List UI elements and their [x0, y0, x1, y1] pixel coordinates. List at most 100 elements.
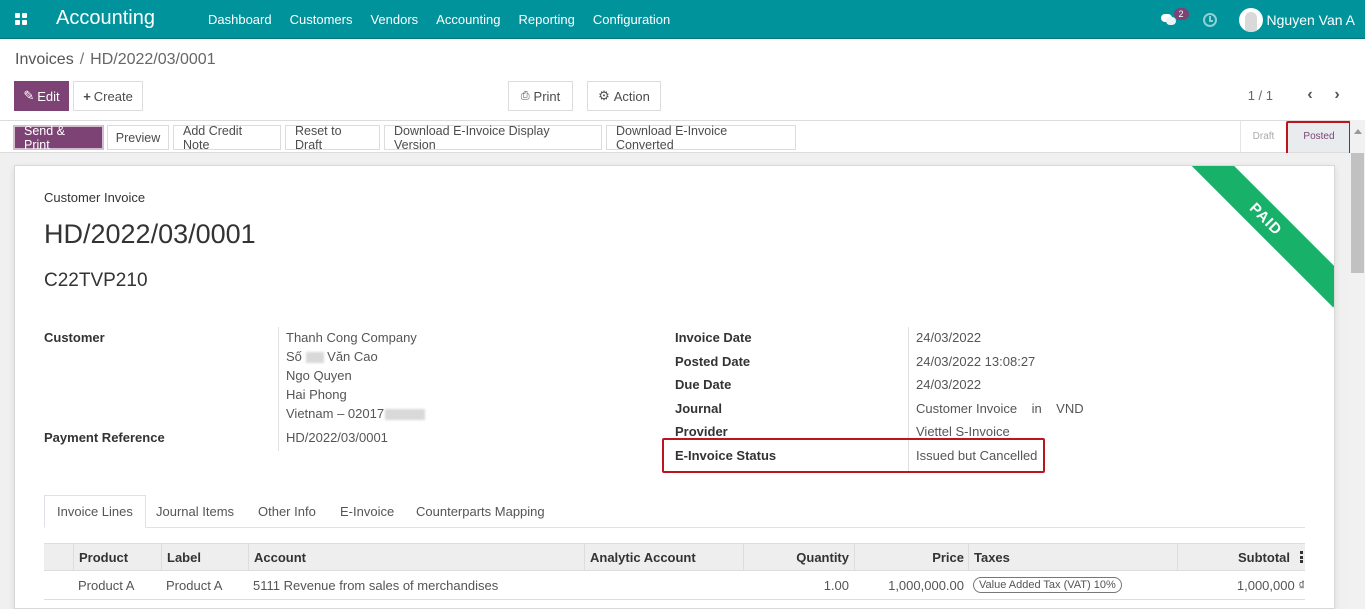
download-einvoice-display-button[interactable]: Download E-Invoice Display Version — [384, 124, 602, 152]
posted-date-label: Posted Date — [675, 354, 751, 369]
tab-journal-items[interactable]: Journal Items — [144, 495, 246, 528]
create-label: Create — [93, 88, 133, 104]
gear-icon: ⚙ — [598, 88, 610, 103]
notebook-tabs: Invoice Lines Journal Items Other Info E… — [44, 495, 1305, 528]
cell-quantity: 1.00 — [823, 577, 849, 593]
menu-configuration[interactable]: Configuration — [584, 12, 679, 27]
col-label[interactable]: Label — [161, 544, 248, 571]
cell-price: 1,000,000.00 — [888, 577, 964, 593]
cell-product: Product A — [78, 577, 135, 593]
redacted-vat — [385, 409, 426, 421]
app-name[interactable]: Accounting — [56, 7, 155, 30]
optional-columns-icon[interactable] — [1300, 551, 1303, 563]
tab-other-info[interactable]: Other Info — [246, 495, 328, 528]
street-prefix: Số — [286, 349, 302, 364]
customer-street: Số Văn Cao — [286, 349, 378, 364]
tab-e-invoice[interactable]: E-Invoice — [328, 495, 406, 528]
breadcrumb: Invoices / HD/2022/03/0001 — [15, 51, 216, 69]
main-menu: Dashboard Customers Vendors Accounting R… — [199, 0, 679, 39]
redacted-number — [305, 352, 324, 364]
breadcrumb-invoices[interactable]: Invoices — [15, 51, 74, 68]
preview-button[interactable]: Preview — [107, 125, 169, 150]
invoice-date-label: Invoice Date — [675, 330, 752, 345]
cell-analytic — [584, 571, 594, 599]
document-name: HD/2022/03/0001 — [44, 219, 256, 249]
scrollbar-thumb[interactable] — [1351, 153, 1364, 273]
journal-label: Journal — [675, 401, 722, 416]
col-subtotal[interactable]: Subtotal — [1177, 544, 1295, 571]
invoice-date-value: 24/03/2022 — [916, 330, 982, 345]
highlight-posted-stage — [1286, 121, 1351, 156]
systray: 2 Nguyen Van A — [1160, 0, 1365, 39]
print-button[interactable]: ⎙ Print — [508, 81, 573, 111]
add-credit-note-button[interactable]: Add Credit Note — [173, 124, 281, 152]
menu-reporting[interactable]: Reporting — [510, 12, 584, 27]
due-date-label: Due Date — [675, 377, 732, 392]
create-button[interactable]: + Create — [73, 81, 143, 111]
edit-button[interactable]: ✎ Edit — [14, 81, 69, 111]
download-einvoice-converted-button[interactable]: Download E-Invoice Converted — [606, 124, 796, 152]
scroll-up-icon[interactable] — [1354, 129, 1362, 134]
customer-city: Hai Phong — [286, 387, 347, 402]
statusbar: Send & Print Preview Add Credit Note Res… — [0, 120, 1365, 153]
send-print-button[interactable]: Send & Print — [13, 124, 104, 152]
top-navbar: Accounting Dashboard Customers Vendors A… — [0, 0, 1365, 39]
street-name: Văn Cao — [327, 349, 378, 364]
col-quantity[interactable]: Quantity — [743, 544, 854, 571]
messages-badge: 2 — [1173, 7, 1189, 20]
menu-customers[interactable]: Customers — [281, 12, 362, 27]
pager-next-button[interactable]: › — [1329, 86, 1345, 104]
user-avatar[interactable] — [1238, 7, 1263, 32]
breadcrumb-separator: / — [79, 51, 85, 68]
col-account[interactable]: Account — [248, 544, 584, 571]
breadcrumb-current: HD/2022/03/0001 — [90, 51, 216, 68]
document-type: Customer Invoice — [44, 190, 146, 205]
cell-taxes: Value Added Tax (VAT) 10% — [968, 571, 1127, 599]
customer-name[interactable]: Thanh Cong Company — [286, 330, 417, 345]
customer-district: Ngo Quyen — [286, 368, 352, 383]
edit-label: Edit — [37, 88, 60, 104]
paid-ribbon: PAID — [1177, 166, 1334, 308]
pager-value[interactable]: 1 / 1 — [1248, 88, 1273, 103]
posted-date-value: 24/03/2022 13:08:27 — [916, 354, 1036, 369]
tab-counterparts-mapping[interactable]: Counterparts Mapping — [404, 495, 557, 528]
cell-account: 5111 Revenue from sales of merchandises — [253, 577, 499, 593]
menu-accounting[interactable]: Accounting — [427, 12, 509, 27]
payment-reference-value: HD/2022/03/0001 — [286, 430, 388, 445]
stage-draft[interactable]: Draft — [1240, 121, 1286, 152]
due-date-value: 24/03/2022 — [916, 377, 982, 392]
table-header: Product Label Account Analytic Account Q… — [44, 543, 1305, 571]
provider-label: Provider — [675, 424, 728, 439]
payment-reference-label: Payment Reference — [44, 430, 165, 445]
provider-value: Viettel S-Invoice — [916, 424, 1010, 439]
plus-icon: + — [83, 88, 91, 104]
tab-invoice-lines[interactable]: Invoice Lines — [44, 495, 146, 528]
menu-vendors[interactable]: Vendors — [361, 12, 427, 27]
pager-previous-button[interactable]: ‹ — [1302, 86, 1318, 104]
customer-label: Customer — [44, 330, 105, 345]
col-taxes[interactable]: Taxes — [968, 544, 1178, 571]
col-product[interactable]: Product — [73, 544, 163, 571]
customer-country-vat: Vietnam – 02017 — [286, 406, 426, 421]
action-button[interactable]: ⚙ Action — [587, 81, 661, 111]
activities-clock-icon[interactable] — [1202, 12, 1217, 27]
pencil-icon: ✎ — [23, 88, 35, 103]
cell-subtotal: 1,000,000 ₫ — [1236, 577, 1305, 593]
document-reference: C22TVP210 — [44, 270, 148, 291]
action-label: Action — [613, 88, 650, 104]
cell-label: Product A — [166, 577, 223, 593]
messages-icon[interactable]: 2 — [1160, 7, 1189, 27]
table-row[interactable]: Product A Product A 5111 Revenue from sa… — [44, 571, 1305, 600]
apps-menu-icon[interactable] — [15, 13, 27, 25]
country-vat: Vietnam – 02017 — [286, 406, 385, 421]
col-analytic-account[interactable]: Analytic Account — [584, 544, 744, 571]
journal-value[interactable]: Customer Invoice in VND — [916, 401, 1084, 416]
tax-tag: Value Added Tax (VAT) 10% — [973, 577, 1122, 593]
printer-icon: ⎙ — [520, 89, 530, 102]
highlight-einvoice-status — [662, 438, 1045, 473]
col-price[interactable]: Price — [854, 544, 969, 571]
menu-dashboard[interactable]: Dashboard — [199, 12, 281, 27]
vertical-scrollbar[interactable] — [1350, 120, 1365, 609]
user-name[interactable]: Nguyen Van A — [1267, 12, 1355, 28]
reset-to-draft-button[interactable]: Reset to Draft — [285, 124, 380, 152]
